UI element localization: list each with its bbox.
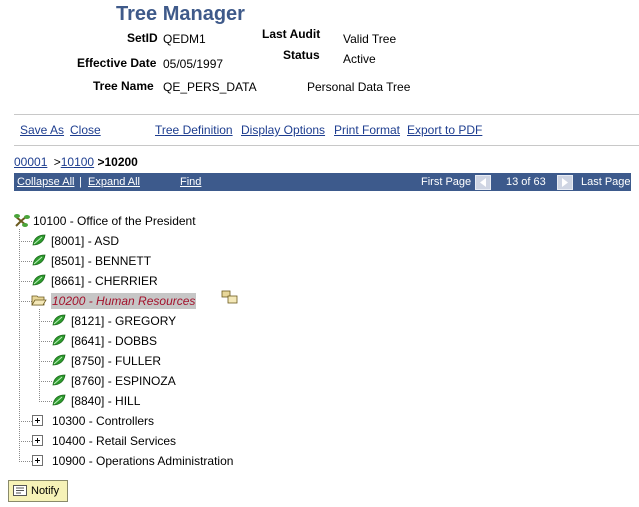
setid-value: QEDM1: [163, 32, 206, 46]
breadcrumb-item-00001[interactable]: 00001: [14, 155, 47, 169]
tree-node-label: [8641] - DOBBS: [71, 334, 158, 348]
tree-connector: [39, 381, 52, 382]
next-page-button[interactable]: [557, 175, 573, 190]
tree-node-label: [8661] - CHERRIER: [51, 274, 158, 288]
status-label: Status: [283, 48, 320, 62]
breadcrumb-current: 10200: [104, 155, 138, 169]
last-audit-label: Last Audit: [262, 27, 321, 41]
breadcrumb-separator: >: [53, 155, 61, 169]
leaf-icon: [52, 314, 66, 326]
leaf-icon: [32, 234, 46, 246]
display-options-link[interactable]: Display Options: [241, 123, 325, 137]
tree-name-value: QE_PERS_DATA: [163, 80, 257, 94]
page-info: 13 of 63: [506, 176, 546, 188]
tree-connector: [19, 241, 32, 242]
tree-node-label: [8501] - BENNETT: [51, 254, 152, 268]
tree-guide-line: [19, 229, 20, 462]
leaf-icon: [52, 334, 66, 346]
tree-connector: [39, 401, 52, 402]
tree-connector: [39, 361, 52, 362]
arrow-left-icon: [480, 178, 486, 187]
previous-page-button[interactable]: [475, 175, 491, 190]
tree-connector: [19, 441, 32, 442]
tree-connector: [19, 461, 32, 462]
root-node-icon: [14, 214, 30, 227]
tree-navbar: Collapse All | Expand All Find First Pag…: [14, 173, 631, 191]
tree-node-label-selected: 10200 - Human Resources: [51, 293, 197, 309]
leaf-icon: [52, 374, 66, 386]
tree-node-label: [8750] - FULLER: [71, 354, 162, 368]
drag-node-icon[interactable]: [221, 290, 239, 304]
notify-label: Notify: [31, 485, 60, 497]
tree-node-label: [8840] - HILL: [71, 394, 141, 408]
expand-plus-icon[interactable]: [32, 435, 43, 446]
tree-guide-line: [39, 309, 40, 402]
status-value: Active: [343, 52, 376, 66]
divider-bottom: [14, 145, 639, 146]
tree-description: Personal Data Tree: [307, 80, 411, 94]
collapse-all-link[interactable]: Collapse All: [17, 176, 74, 188]
effective-date-label: Effective Date: [77, 56, 157, 70]
tree-connector: [39, 321, 52, 322]
breadcrumb-item-10100[interactable]: 10100: [61, 155, 94, 169]
print-format-link[interactable]: Print Format: [334, 123, 400, 137]
page-title: Tree Manager: [116, 3, 245, 25]
find-link[interactable]: Find: [180, 176, 201, 188]
navbar-separator: |: [79, 176, 82, 188]
tree-node-label: 10400 - Retail Services: [52, 434, 177, 448]
tree-definition-link[interactable]: Tree Definition: [155, 123, 233, 137]
tree-connector: [19, 281, 32, 282]
leaf-icon: [52, 394, 66, 406]
setid-label: SetID: [127, 31, 158, 45]
divider-top: [14, 114, 639, 115]
last-audit-value: Valid Tree: [343, 32, 397, 46]
tree-node-label: [8001] - ASD: [51, 234, 120, 248]
leaf-icon: [32, 274, 46, 286]
expand-plus-icon[interactable]: [32, 415, 43, 426]
tree-connector: [39, 341, 52, 342]
last-page-label[interactable]: Last Page: [581, 176, 631, 188]
leaf-icon: [32, 254, 46, 266]
close-link[interactable]: Close: [70, 123, 101, 137]
tree-connector: [19, 261, 32, 262]
tree-node-label: 10300 - Controllers: [52, 414, 155, 428]
export-to-pdf-link[interactable]: Export to PDF: [407, 123, 482, 137]
notify-button[interactable]: Notify: [8, 480, 68, 502]
first-page-label[interactable]: First Page: [421, 176, 471, 188]
effective-date-value: 05/05/1997: [163, 57, 224, 71]
breadcrumb: 00001 >10100 >10200: [14, 155, 138, 169]
expand-plus-icon[interactable]: [32, 455, 43, 466]
tree-node-label: [8121] - GREGORY: [71, 314, 177, 328]
tree-node-label: 10100 - Office of the President: [33, 214, 196, 228]
leaf-icon: [52, 354, 66, 366]
tree-node-label: 10900 - Operations Administration: [52, 454, 234, 468]
tree-connector: [19, 421, 32, 422]
open-folder-icon: [31, 295, 47, 306]
expand-all-link[interactable]: Expand All: [88, 176, 140, 188]
tree-name-label: Tree Name: [93, 79, 154, 93]
save-as-link[interactable]: Save As: [20, 123, 64, 137]
arrow-right-icon: [562, 178, 568, 187]
tree-node-label: [8760] - ESPINOZA: [71, 374, 176, 388]
notify-icon: [13, 485, 27, 496]
